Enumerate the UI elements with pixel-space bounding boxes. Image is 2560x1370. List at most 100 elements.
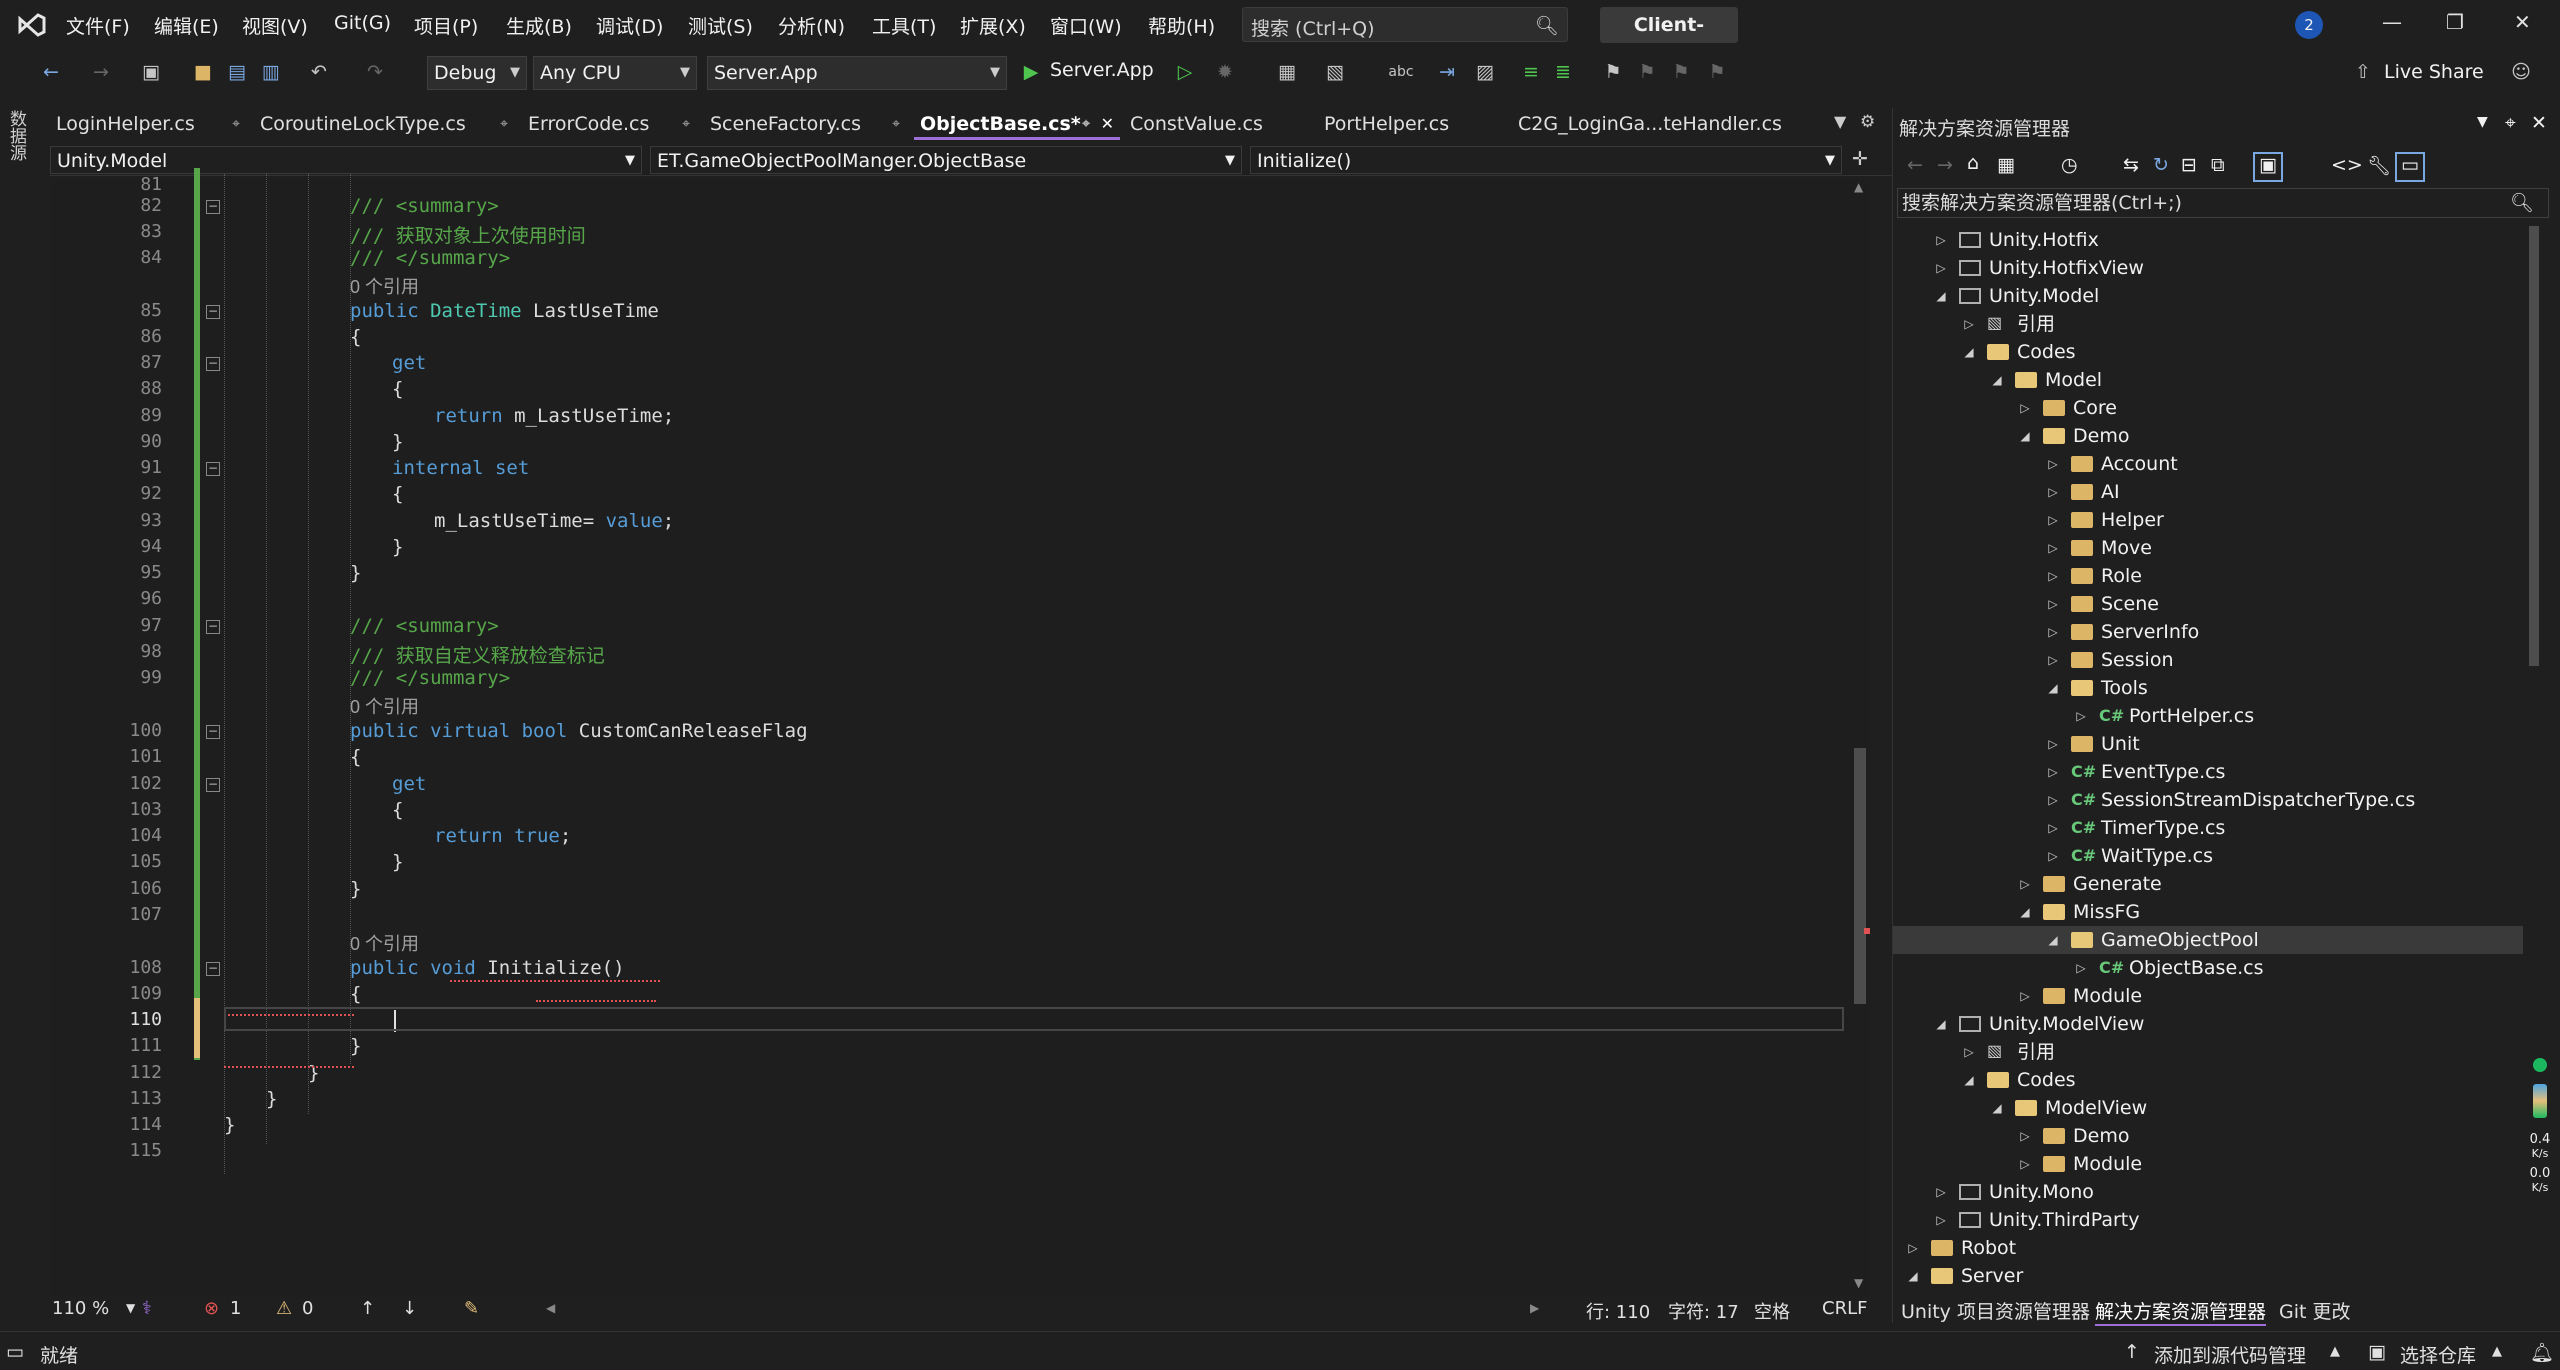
layout-icon[interactable]: ▧ <box>1322 59 1348 85</box>
start-debug-icon[interactable]: ▶ <box>1018 59 1044 85</box>
save-icon[interactable]: ▤ <box>224 59 250 85</box>
collapsed-arrow-icon[interactable]: ▷ <box>2045 842 2061 870</box>
warning-count[interactable]: 0 <box>302 1298 313 1319</box>
minimize-button[interactable]: — <box>2382 10 2402 34</box>
editor-tab[interactable]: SceneFactory.cs ⌖ <box>704 108 910 140</box>
menu-item[interactable]: 生成(B) <box>506 12 572 39</box>
collapsed-arrow-icon[interactable]: ▷ <box>1933 1206 1949 1234</box>
tree-item[interactable]: ▷ Scene <box>1893 590 2523 618</box>
tree-item[interactable]: ▷ Unity.ThirdParty <box>1893 1206 2523 1234</box>
tree-item[interactable]: ▷ Unit <box>1893 730 2523 758</box>
collapsed-arrow-icon[interactable]: ▷ <box>2017 982 2033 1010</box>
tree-item[interactable]: ▷ C# TimerType.cs <box>1893 814 2523 842</box>
tree-item[interactable]: ▷ AI <box>1893 478 2523 506</box>
tab-overflow-icon[interactable]: ▼ <box>1834 112 1846 131</box>
split-editor-icon[interactable]: ✛ <box>1852 148 1868 170</box>
scroll-thumb[interactable] <box>1854 748 1866 1004</box>
properties-icon[interactable]: 🔧︎ <box>2367 154 2391 177</box>
prev-bookmark-icon[interactable]: ⚑ <box>1634 59 1660 85</box>
expanded-arrow-icon[interactable]: ◢ <box>1961 1066 1977 1094</box>
expanded-arrow-icon[interactable]: ◢ <box>1961 338 1977 366</box>
menu-item[interactable]: 工具(T) <box>872 12 936 39</box>
configuration-select[interactable]: Debug ▼ <box>427 56 527 90</box>
tree-item[interactable]: ▷ Core <box>1893 394 2523 422</box>
close-button[interactable]: ✕ <box>2514 10 2531 34</box>
data-sources-tab[interactable]: 数据源 <box>4 110 29 161</box>
indent-icon[interactable]: ⇥ <box>1434 59 1460 85</box>
menu-item[interactable]: 测试(S) <box>688 12 753 39</box>
collapsed-arrow-icon[interactable]: ▷ <box>1933 1178 1949 1206</box>
tree-item[interactable]: ◢ GameObjectPool <box>1893 926 2523 954</box>
select-repository-button[interactable]: 选择仓库 <box>2400 1341 2476 1368</box>
solution-search-input[interactable]: 搜索解决方案资源管理器(Ctrl+;) 🔍︎ <box>1897 188 2549 218</box>
menu-item[interactable]: 分析(N) <box>778 12 845 39</box>
expanded-arrow-icon[interactable]: ◢ <box>2045 926 2061 954</box>
collapsed-arrow-icon[interactable]: ▷ <box>2045 590 2061 618</box>
tree-item[interactable]: ◢ Unity.ModelView <box>1893 1010 2523 1038</box>
fold-toggle-icon[interactable]: − <box>206 725 220 739</box>
tree-item[interactable]: ▷ Unity.Hotfix <box>1893 226 2523 254</box>
collapsed-arrow-icon[interactable]: ▷ <box>2073 702 2089 730</box>
account-icon[interactable]: ☺ <box>2508 59 2534 85</box>
editor-scrollbar[interactable]: ▲ ▼ <box>1850 178 1870 1298</box>
codelens-references[interactable]: 0 个引用 <box>350 693 419 719</box>
expanded-arrow-icon[interactable]: ◢ <box>1905 1262 1921 1290</box>
startup-project-select[interactable]: Server.App ▼ <box>707 56 1007 90</box>
redo-icon[interactable]: ↷ <box>362 59 388 85</box>
tab-settings-icon[interactable]: ⚙ <box>1860 112 1875 132</box>
collapsed-arrow-icon[interactable]: ▷ <box>2017 1150 2033 1178</box>
panel-close-icon[interactable]: ✕ <box>2531 112 2547 134</box>
tree-item[interactable]: ▷ Unity.HotfixView <box>1893 254 2523 282</box>
fold-toggle-icon[interactable]: − <box>206 778 220 792</box>
collapsed-arrow-icon[interactable]: ▷ <box>1933 226 1949 254</box>
collapsed-arrow-icon[interactable]: ▷ <box>2045 646 2061 674</box>
bookmark-icon[interactable]: ⚑ <box>1600 59 1626 85</box>
pin-icon[interactable]: ⌖ <box>500 108 508 140</box>
error-count[interactable]: 1 <box>230 1298 241 1319</box>
tab-close-icon[interactable]: ✕ <box>1101 108 1114 140</box>
whitespace-indicator[interactable]: 空格 <box>1754 1298 1790 1324</box>
collapsed-arrow-icon[interactable]: ▷ <box>2045 814 2061 842</box>
bell-icon[interactable]: 🔔︎ <box>2530 1341 2554 1364</box>
hot-reload-icon[interactable]: ✹ <box>1212 59 1238 85</box>
solution-explorer-icon[interactable]: ▦ <box>1274 59 1300 85</box>
undo-icon[interactable]: ↶ <box>306 59 332 85</box>
notification-badge[interactable]: 2 <box>2295 11 2323 39</box>
tree-item[interactable]: ▷ Move <box>1893 534 2523 562</box>
vs-logo-icon[interactable] <box>16 10 48 40</box>
tree-item[interactable]: ◢ Codes <box>1893 1066 2523 1094</box>
tree-item[interactable]: ▷ C# PortHelper.cs <box>1893 702 2523 730</box>
collapsed-arrow-icon[interactable]: ▷ <box>2045 562 2061 590</box>
sync-icon[interactable]: ⇆ <box>2123 154 2139 176</box>
live-share-button[interactable]: Live Share <box>2384 61 2484 83</box>
menu-item[interactable]: 调试(D) <box>596 12 663 39</box>
tree-item[interactable]: ◢ Demo <box>1893 422 2523 450</box>
menu-item[interactable]: 文件(F) <box>66 12 130 39</box>
restore-button[interactable]: ❐ <box>2446 10 2464 34</box>
editor-tab[interactable]: ErrorCode.cs ⌖ <box>522 108 700 140</box>
tree-item[interactable]: ◢ Unity.Model <box>1893 282 2523 310</box>
tree-item[interactable]: ▷ Module <box>1893 1150 2523 1178</box>
new-project-icon[interactable]: ▣ <box>138 59 164 85</box>
fold-toggle-icon[interactable]: − <box>206 357 220 371</box>
editor-tab[interactable]: CoroutineLockType.cs ⌖ <box>254 108 518 140</box>
fold-toggle-icon[interactable]: − <box>206 620 220 634</box>
format-icon[interactable]: ▨ <box>1472 59 1498 85</box>
tree-item[interactable]: ▷ Helper <box>1893 506 2523 534</box>
fold-toggle-icon[interactable]: − <box>206 462 220 476</box>
collapsed-arrow-icon[interactable]: ▷ <box>2045 478 2061 506</box>
tree-item[interactable]: ▷ Account <box>1893 450 2523 478</box>
menu-item[interactable]: 视图(V) <box>242 12 308 39</box>
tree-item[interactable]: ▷ Session <box>1893 646 2523 674</box>
collapsed-arrow-icon[interactable]: ▷ <box>2073 954 2089 982</box>
collapsed-arrow-icon[interactable]: ▷ <box>2045 758 2061 786</box>
error-icon[interactable]: ⊗ <box>204 1298 219 1319</box>
back-icon[interactable]: ← <box>1907 154 1923 176</box>
collapsed-arrow-icon[interactable]: ▷ <box>1961 310 1977 338</box>
fold-toggle-icon[interactable]: − <box>206 962 220 976</box>
expanded-arrow-icon[interactable]: ◢ <box>1933 1010 1949 1038</box>
collapsed-arrow-icon[interactable]: ▷ <box>2045 618 2061 646</box>
codelens-references[interactable]: 0 个引用 <box>350 930 419 956</box>
tree-item[interactable]: ◢ Model <box>1893 366 2523 394</box>
scroll-down-icon[interactable]: ▼ <box>1854 1276 1863 1290</box>
